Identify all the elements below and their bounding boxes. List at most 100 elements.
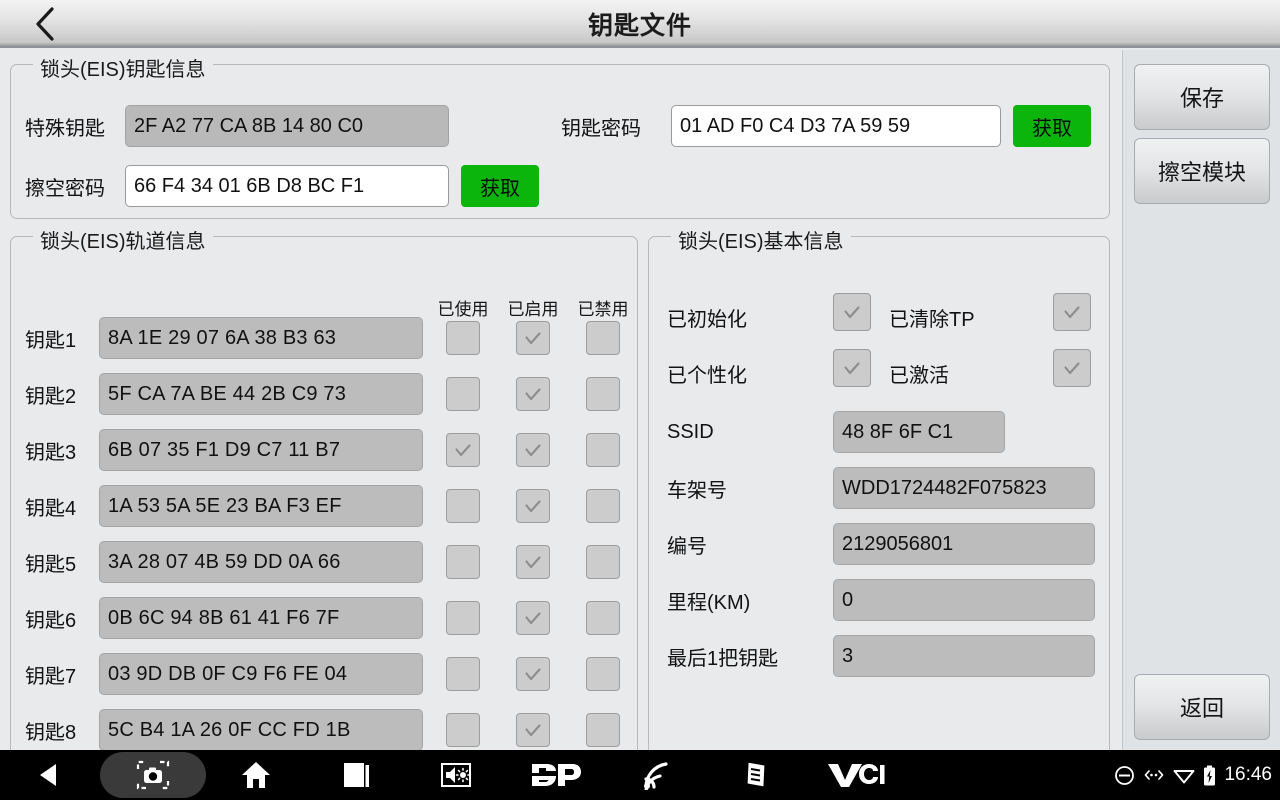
track-row-label: 钥匙1	[25, 329, 77, 352]
track-checkbox-cell	[571, 485, 635, 527]
basic-field-label: 车架号	[667, 479, 727, 502]
group-track-info-title: 锁头(EIS)轨道信息	[33, 225, 213, 254]
usb-transfer-icon	[1145, 770, 1164, 780]
checkbox-enabled-row-6[interactable]	[516, 601, 550, 635]
checkbox-used-row-3[interactable]	[446, 433, 480, 467]
basic-field-label: 里程(KM)	[667, 591, 751, 614]
checkbox-enabled-row-8[interactable]	[516, 713, 550, 747]
checkbox-disabled-row-6[interactable]	[586, 601, 620, 635]
checkbox-disabled-row-4[interactable]	[586, 489, 620, 523]
checkmark-icon	[525, 500, 541, 513]
basic-flag-checkbox-cell-3	[833, 349, 871, 387]
group-key-info-title: 锁头(EIS)钥匙信息	[33, 53, 213, 82]
nav-volume-brightness-button[interactable]	[406, 750, 506, 800]
return-button[interactable]: 返回	[1134, 674, 1270, 740]
basic-flag-checkbox-1[interactable]	[833, 293, 871, 331]
checkmark-icon	[525, 556, 541, 569]
checkbox-enabled-row-7[interactable]	[516, 657, 550, 691]
key-password-input[interactable]: 01 AD F0 C4 D3 7A 59 59	[671, 105, 1001, 147]
checkbox-used-row-6[interactable]	[446, 601, 480, 635]
special-key-value: 2F A2 77 CA 8B 14 80 C0	[125, 105, 449, 147]
back-triangle-icon	[40, 764, 56, 786]
checkmark-icon	[1064, 362, 1080, 375]
track-row-label: 钥匙6	[25, 609, 77, 632]
checkbox-enabled-row-5[interactable]	[516, 545, 550, 579]
basic-flag-checkbox-2[interactable]	[1053, 293, 1091, 331]
nav-recent-apps-button[interactable]	[306, 750, 406, 800]
manual-book-icon	[746, 761, 766, 788]
basic-flag-checkbox-cell-2	[1053, 293, 1091, 331]
field-row-erase-password: 擦空密码 66 F4 34 01 6B D8 BC F1 获取	[25, 165, 539, 207]
checkbox-enabled-row-1[interactable]	[516, 321, 550, 355]
checkbox-enabled-row-2[interactable]	[516, 377, 550, 411]
recent-apps-icon	[344, 763, 369, 787]
nav-vci-button[interactable]	[806, 750, 906, 800]
erase-password-get-button[interactable]: 获取	[461, 165, 539, 207]
checkbox-enabled-row-4[interactable]	[516, 489, 550, 523]
erase-module-button[interactable]: 擦空模块	[1134, 138, 1270, 204]
page-title: 钥匙文件	[587, 12, 692, 40]
volume-brightness-icon	[441, 763, 471, 787]
title-bar: 钥匙文件	[0, 0, 1280, 48]
track-row: 钥匙2 5F CA 7A BE 44 2B C9 73	[25, 373, 423, 415]
track-checkbox-cell	[501, 373, 565, 415]
checkbox-enabled-row-3[interactable]	[516, 433, 550, 467]
checkbox-used-row-2[interactable]	[446, 377, 480, 411]
key-password-get-button[interactable]: 获取	[1013, 105, 1091, 147]
track-checkbox-cell	[431, 653, 495, 695]
checkbox-used-row-4[interactable]	[446, 489, 480, 523]
basic-field-row: 里程(KM) 0	[667, 577, 1095, 623]
wifi-icon	[1174, 770, 1195, 784]
basic-field-row: 车架号 WDD1724482F075823	[667, 465, 1095, 511]
save-button[interactable]: 保存	[1134, 64, 1270, 130]
basic-field-label: 编号	[667, 535, 707, 558]
basic-field-row: 最后1把钥匙 3	[667, 633, 1095, 679]
group-key-info: 锁头(EIS)钥匙信息 特殊钥匙 2F A2 77 CA 8B 14 80 C0…	[10, 53, 1110, 219]
checkbox-disabled-row-2[interactable]	[586, 377, 620, 411]
track-checkbox-cell	[501, 429, 565, 471]
nav-home-button[interactable]	[206, 750, 306, 800]
basic-flag-checkbox-3[interactable]	[833, 349, 871, 387]
checkbox-disabled-row-3[interactable]	[586, 433, 620, 467]
track-row-label: 钥匙5	[25, 553, 77, 576]
track-checkbox-cell	[571, 709, 635, 751]
checkmark-icon	[525, 668, 541, 681]
basic-flag-label-4: 已激活	[889, 365, 949, 387]
track-checkbox-cell	[571, 317, 635, 359]
checkbox-disabled-row-5[interactable]	[586, 545, 620, 579]
field-row-key-password: 钥匙密码 01 AD F0 C4 D3 7A 59 59 获取	[561, 105, 1091, 147]
nav-manual-button[interactable]	[706, 750, 806, 800]
track-row-label: 钥匙4	[25, 497, 77, 520]
main-content: 锁头(EIS)钥匙信息 特殊钥匙 2F A2 77 CA 8B 14 80 C0…	[0, 50, 1120, 786]
checkbox-disabled-row-1[interactable]	[586, 321, 620, 355]
vci-logo-icon	[828, 764, 885, 787]
track-checkbox-cell	[431, 709, 495, 751]
nav-back-button[interactable]	[0, 750, 100, 800]
status-area: 16:46	[1114, 750, 1272, 800]
track-checkbox-cell	[431, 317, 495, 359]
track-row: 钥匙3 6B 07 35 F1 D9 C7 11 B7	[25, 429, 423, 471]
track-row-value: 0B 6C 94 8B 61 41 F6 7F	[99, 597, 423, 639]
basic-field-row: 编号 2129056801	[667, 521, 1095, 567]
special-key-label: 特殊钥匙	[25, 117, 105, 140]
nav-wifi-signal-button[interactable]	[606, 750, 706, 800]
track-checkbox-cell	[571, 597, 635, 639]
checkbox-used-row-1[interactable]	[446, 321, 480, 355]
track-row: 钥匙6 0B 6C 94 8B 61 41 F6 7F	[25, 597, 423, 639]
track-checkbox-cell	[571, 541, 635, 583]
track-checkbox-cell	[501, 485, 565, 527]
checkbox-disabled-row-7[interactable]	[586, 657, 620, 691]
nav-screenshot-button[interactable]	[100, 752, 206, 798]
basic-flag-checkbox-4[interactable]	[1053, 349, 1091, 387]
track-row: 钥匙4 1A 53 5A 5E 23 BA F3 EF	[25, 485, 423, 527]
checkbox-disabled-row-8[interactable]	[586, 713, 620, 747]
dp-logo-icon	[532, 764, 581, 786]
checkbox-used-row-8[interactable]	[446, 713, 480, 747]
checkbox-used-row-5[interactable]	[446, 545, 480, 579]
basic-field-value: WDD1724482F075823	[833, 467, 1095, 509]
erase-password-input[interactable]: 66 F4 34 01 6B D8 BC F1	[125, 165, 449, 207]
checkbox-used-row-7[interactable]	[446, 657, 480, 691]
nav-dp-button[interactable]	[506, 750, 606, 800]
basic-field-value: 0	[833, 579, 1095, 621]
track-checkbox-cell	[501, 709, 565, 751]
